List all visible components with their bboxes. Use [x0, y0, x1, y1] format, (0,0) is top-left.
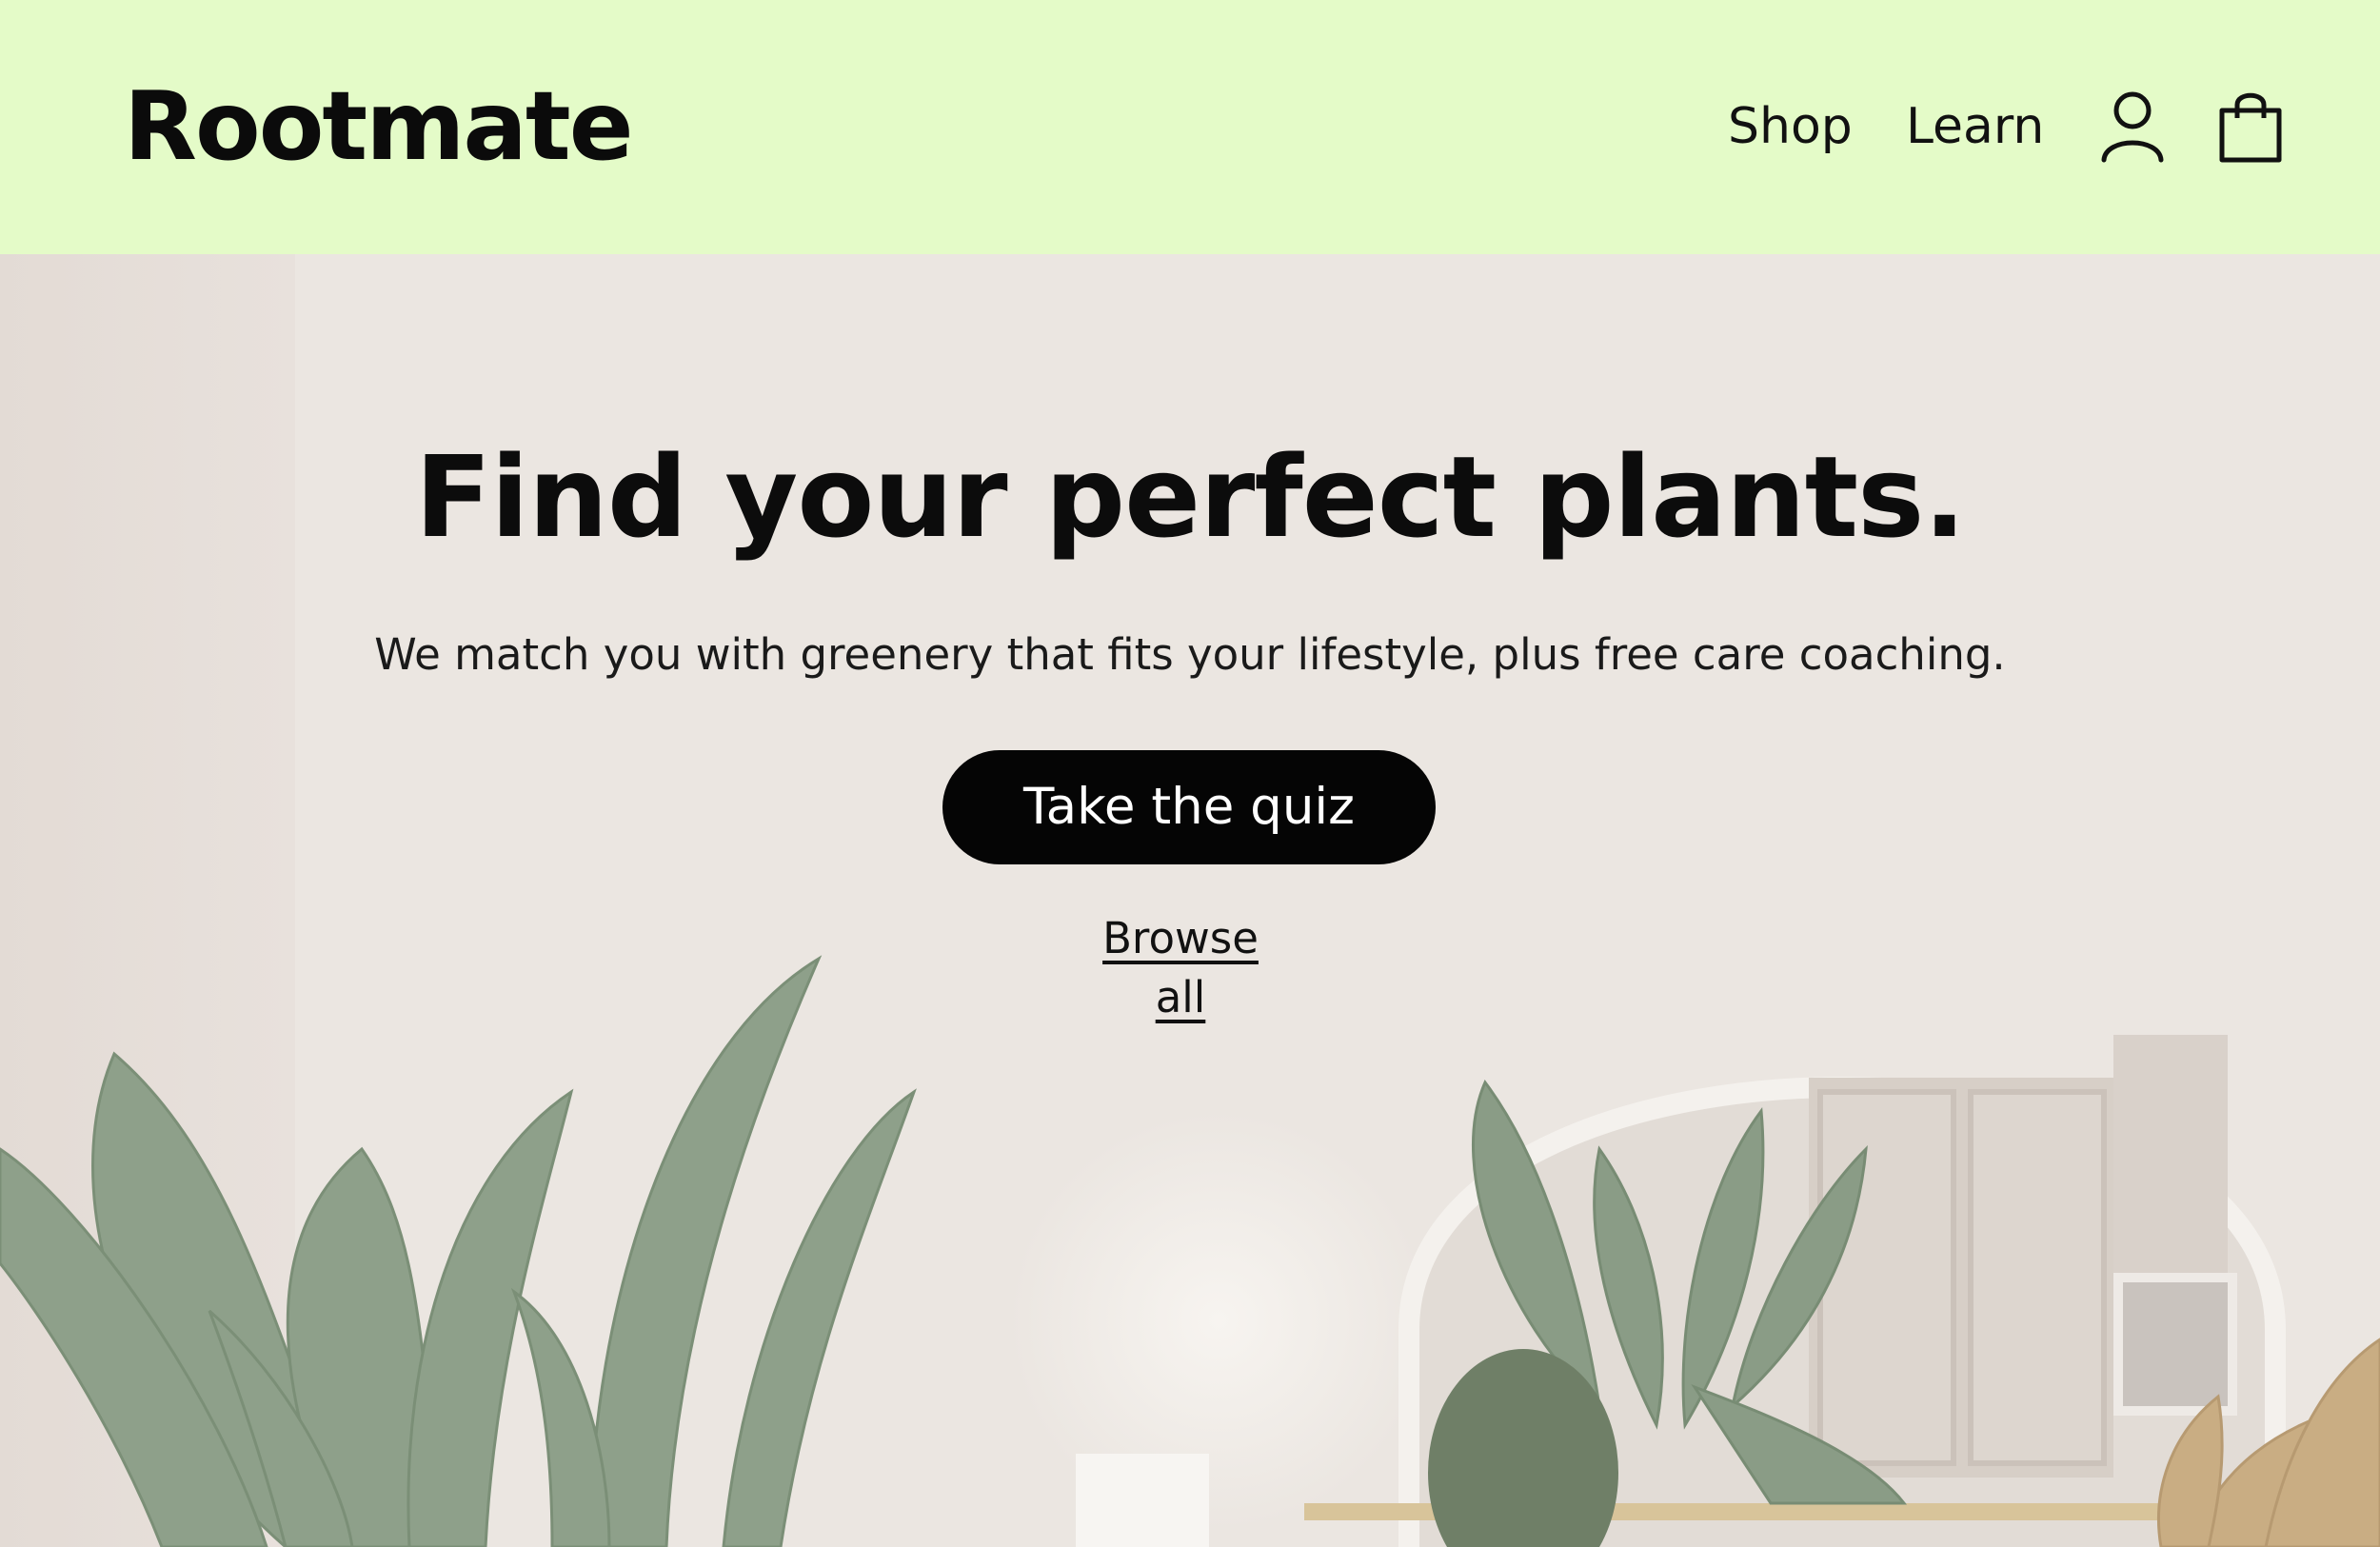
take-quiz-button[interactable]: Take the quiz — [942, 750, 1436, 864]
nav-learn-link[interactable]: Learn — [1906, 93, 2044, 160]
shopping-bag-icon[interactable] — [2212, 88, 2289, 164]
hero-section: Find your perfect plants. We match you w… — [0, 254, 2380, 1547]
site-header: Rootmate Shop Learn — [0, 0, 2380, 254]
browse-all-link[interactable]: Browse all — [1081, 909, 1280, 1027]
nav-shop-link[interactable]: Shop — [1728, 93, 1853, 160]
user-icon[interactable] — [2094, 88, 2171, 164]
hero-headline: Find your perfect plants. — [414, 431, 1966, 563]
hero-subheadline: We match you with greenery that fits you… — [374, 629, 2006, 680]
brand-logo[interactable]: Rootmate — [124, 65, 634, 188]
